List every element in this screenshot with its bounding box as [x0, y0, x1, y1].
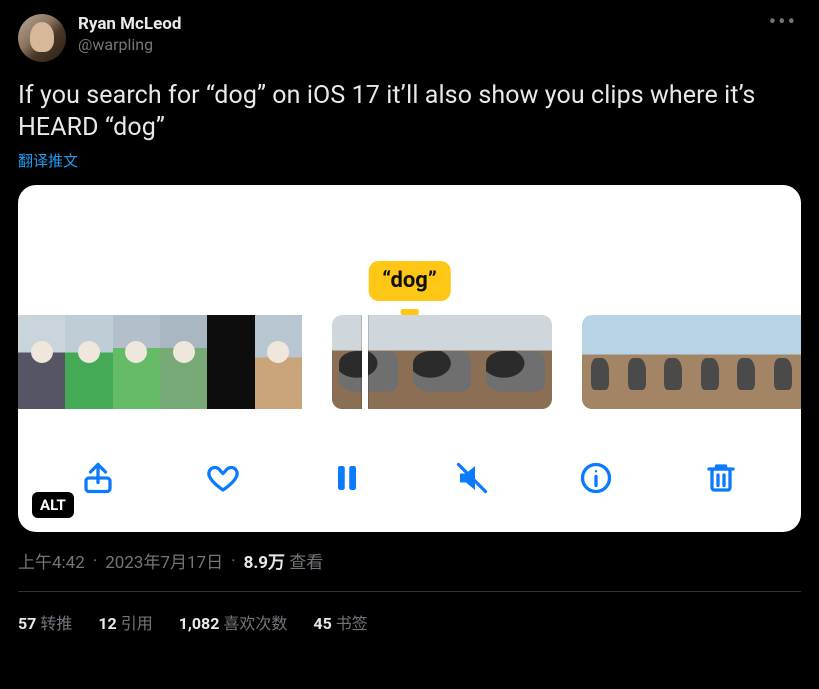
display-name: Ryan McLeod: [78, 14, 181, 35]
tweet-header: Ryan McLeod @warpling •••: [18, 14, 801, 62]
views-count: 8.9万: [244, 553, 285, 573]
stats-row: 57转推 12 引用 1,082喜欢次数 45 书签: [18, 592, 801, 634]
clip-frame: [207, 315, 254, 409]
stat-likes[interactable]: 1,082喜欢次数: [179, 610, 288, 634]
clip-frame: [160, 315, 207, 409]
quotes-label: 引用: [121, 614, 153, 633]
clip-frame: [765, 315, 802, 409]
dot-separator: [229, 551, 237, 571]
media-card[interactable]: “dog”: [18, 185, 801, 532]
pause-icon[interactable]: [325, 456, 369, 500]
more-icon[interactable]: •••: [765, 14, 801, 32]
clip-frame: [619, 315, 656, 409]
retweets-label: 转推: [40, 614, 72, 633]
alt-badge[interactable]: ALT: [32, 492, 74, 518]
clip-group-1[interactable]: [18, 315, 302, 409]
retweets-count: 57: [18, 614, 36, 633]
clip-frame: [692, 315, 729, 409]
tweet-time[interactable]: 上午4:42: [18, 548, 85, 573]
clip-frame: [65, 315, 112, 409]
tweet-text: If you search for “dog” on iOS 17 it’ll …: [18, 80, 801, 144]
tweet-date[interactable]: 2023年7月17日: [105, 548, 223, 573]
clip-frame: [479, 315, 552, 409]
clip-frame: [255, 315, 302, 409]
clip-frame: [582, 315, 619, 409]
meta-row: 上午4:42 2023年7月17日 8.9万 查看: [18, 548, 801, 573]
stat-bookmarks[interactable]: 45 书签: [313, 610, 367, 634]
translate-link[interactable]: 翻译推文: [18, 150, 78, 171]
stat-quotes[interactable]: 12 引用: [98, 610, 152, 634]
clip-frame: [332, 315, 405, 409]
views[interactable]: 8.9万 查看: [244, 548, 324, 573]
clip-frame: [728, 315, 765, 409]
search-tooltip: “dog”: [368, 261, 451, 315]
stat-retweets[interactable]: 57转推: [18, 610, 72, 634]
clip-timeline: [18, 315, 801, 409]
dot-separator: [91, 551, 99, 571]
clip-group-3[interactable]: [582, 315, 801, 409]
clip-frame: [113, 315, 160, 409]
info-icon[interactable]: [574, 456, 618, 500]
clip-group-2[interactable]: [332, 315, 552, 409]
tweet-container: Ryan McLeod @warpling ••• If you search …: [0, 0, 819, 634]
clip-frame: [18, 315, 65, 409]
mute-icon[interactable]: [450, 456, 494, 500]
share-icon[interactable]: [76, 456, 120, 500]
clip-frame: [655, 315, 692, 409]
author-names[interactable]: Ryan McLeod @warpling: [78, 14, 181, 55]
clip-frame: [405, 315, 478, 409]
likes-label: 喜欢次数: [223, 614, 287, 633]
likes-count: 1,082: [179, 614, 220, 633]
tooltip-label: “dog”: [368, 261, 451, 301]
bookmarks-label: 书签: [336, 614, 368, 633]
avatar[interactable]: [18, 14, 66, 62]
handle: @warpling: [78, 35, 181, 55]
views-label: 查看: [289, 553, 323, 573]
playhead[interactable]: [362, 315, 368, 409]
media-toolbar: [18, 456, 801, 500]
heart-icon[interactable]: [201, 456, 245, 500]
trash-icon[interactable]: [699, 456, 743, 500]
bookmarks-count: 45: [313, 614, 331, 633]
quotes-count: 12: [98, 614, 116, 633]
